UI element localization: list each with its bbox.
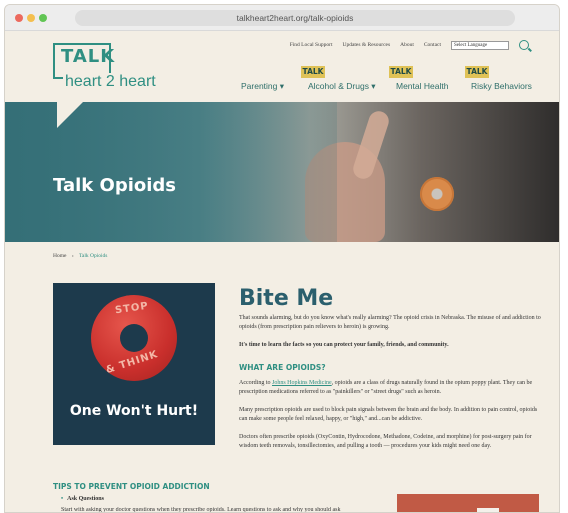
article-paragraph-2: Many prescription opioids are used to bl… <box>239 407 538 422</box>
language-select[interactable]: Select Language <box>451 40 509 50</box>
candy-ring-icon: STOP & THINK <box>91 295 177 381</box>
hero-candy-image <box>420 177 454 211</box>
breadcrumb: Home › Talk Opioids <box>53 253 107 259</box>
browser-toolbar: talkheart2heart.org/talk-opioids <box>5 5 559 31</box>
hero-notch <box>57 102 83 128</box>
article-lead: It's time to learn the facts so you can … <box>239 342 449 348</box>
candy-ring-hole <box>120 324 148 352</box>
address-bar[interactable]: talkheart2heart.org/talk-opioids <box>75 10 515 26</box>
breadcrumb-home[interactable]: Home <box>53 253 66 259</box>
promo-sheet-image <box>477 508 499 512</box>
promo-card[interactable] <box>397 494 539 512</box>
logo-tagline: heart 2 heart <box>63 73 158 91</box>
hero-banner: Talk Opioids <box>5 102 559 242</box>
browser-window: talkheart2heart.org/talk-opioids Find Lo… <box>4 4 560 513</box>
talk-tag-mental: TALK <box>389 66 413 78</box>
nav-mental-health[interactable]: Mental Health <box>396 81 448 91</box>
tips-heading: TIPS TO PREVENT OPIOID ADDICTION <box>53 482 210 491</box>
contact-link[interactable]: Contact <box>424 42 441 48</box>
find-local-support-link[interactable]: Find Local Support <box>290 42 333 48</box>
about-link[interactable]: About <box>400 42 414 48</box>
hero-overlay <box>5 102 338 242</box>
article-paragraph-3: Doctors often prescribe opioids (OxyCont… <box>239 434 532 449</box>
ring-text-top: STOP <box>114 300 150 317</box>
section-heading: WHAT ARE OPIOIDS? <box>239 363 326 372</box>
nav-parenting[interactable]: Parenting ▾ <box>241 81 284 92</box>
site-logo[interactable]: TALK heart 2 heart <box>53 43 158 95</box>
talk-tag-alcohol: TALK <box>301 66 325 78</box>
logo-talk-text: TALK <box>61 46 116 67</box>
ring-text-bottom: & THINK <box>104 348 160 377</box>
p1-before: According to <box>239 380 272 386</box>
nav-risky-behaviors[interactable]: Risky Behaviors <box>471 81 532 91</box>
tip-item-title: Ask Questions <box>61 496 104 502</box>
search-icon[interactable] <box>519 40 529 50</box>
hero-title: Talk Opioids <box>53 175 177 196</box>
breadcrumb-current: Talk Opioids <box>78 253 108 259</box>
utility-nav: Find Local Support Updates & Resources A… <box>290 40 529 50</box>
close-window-icon[interactable] <box>15 14 23 22</box>
poster-tagline: One Won't Hurt! <box>69 403 199 419</box>
article-paragraph-1: According to Johns Hopkins Medicine, opi… <box>239 379 545 397</box>
site-header: Find Local Support Updates & Resources A… <box>5 31 559 102</box>
article-intro: That sounds alarming, but do you know wh… <box>239 315 541 330</box>
minimize-window-icon[interactable] <box>27 14 35 22</box>
stop-think-poster: STOP & THINK One Won't Hurt! <box>53 283 215 445</box>
updates-resources-link[interactable]: Updates & Resources <box>342 42 390 48</box>
talk-tag-risky: TALK <box>465 66 489 78</box>
maximize-window-icon[interactable] <box>39 14 47 22</box>
nav-alcohol-drugs[interactable]: Alcohol & Drugs ▾ <box>308 81 376 92</box>
tip-item-description: Start with asking your doctor questions … <box>61 507 341 513</box>
johns-hopkins-link[interactable]: Johns Hopkins Medicine <box>272 380 332 386</box>
article-title: Bite Me <box>239 286 334 311</box>
breadcrumb-separator: › <box>71 253 74 259</box>
